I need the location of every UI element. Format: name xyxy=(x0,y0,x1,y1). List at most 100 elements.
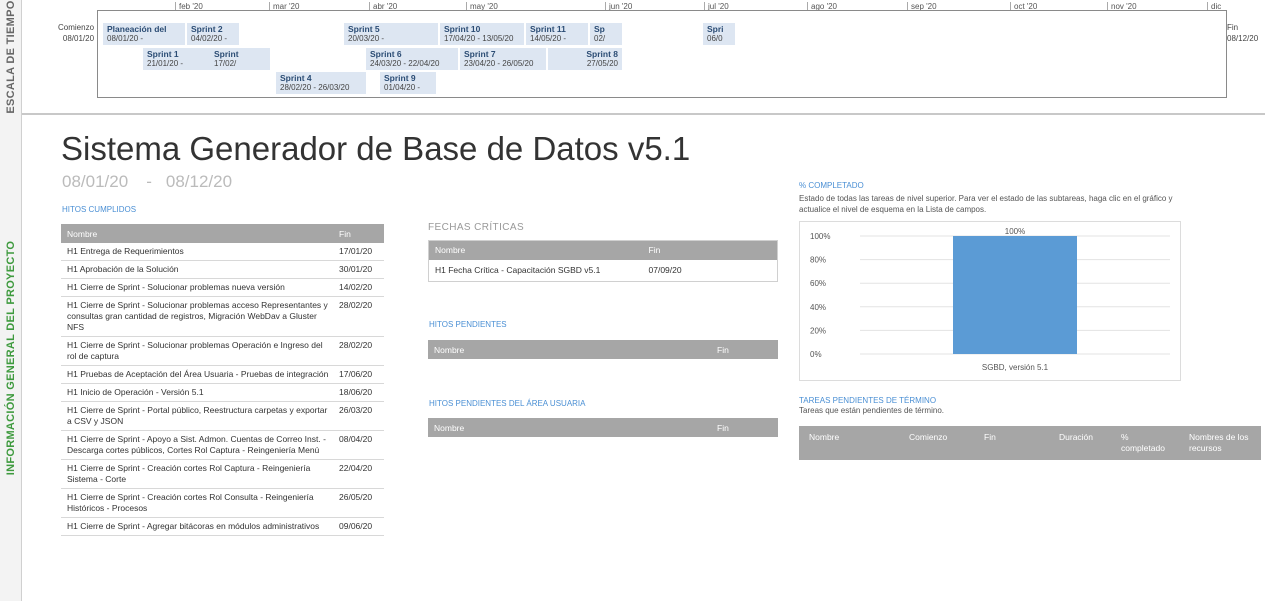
completado-chart[interactable]: 0% 20% 40% 60% 80% 100% 100% SGBD, versión 5.1 xyxy=(799,221,1181,381)
timeline-task-name: Sp xyxy=(594,24,605,34)
timeline-start: Comienzo 08/01/20 xyxy=(58,22,94,44)
project-info-side-label-text: INFORMACIÓN GENERAL DEL PROYECTO xyxy=(4,240,17,475)
timeline-task[interactable]: Sprint 10 17/04/20 - 13/05/20 xyxy=(440,23,524,45)
table-row[interactable]: H1 Fecha Crítica - Capacitación SGBD v5.… xyxy=(428,259,778,282)
timeline-task-name: Sprint 6 xyxy=(370,49,402,59)
hito-fin: 17/01/20 xyxy=(335,243,384,261)
timeline-task-name: Sprint 9 xyxy=(384,73,416,83)
timeline-task-dates: 23/04/20 - 26/05/20 xyxy=(464,59,534,68)
chart-y-tick-label: 20% xyxy=(810,326,826,335)
chart-bar[interactable] xyxy=(953,236,1077,354)
tareas-pendientes-table-header[interactable]: Nombre Comienzo Fin Duración % completad… xyxy=(799,426,1261,460)
timeline-task-name: Sprint 10 xyxy=(444,24,481,34)
timeline-side-label: ESCALA DE TIEMPO xyxy=(0,0,22,114)
table-row[interactable]: H1 Aprobación de la Solución 30/01/20 xyxy=(61,260,384,279)
column-header-nombre[interactable]: Nombre xyxy=(434,423,464,433)
chart-y-tick-label: 100% xyxy=(810,232,830,241)
fechas-criticas-table[interactable]: Nombre Fin H1 Fecha Crítica - Capacitaci… xyxy=(428,240,778,282)
project-info-side-label: INFORMACIÓN GENERAL DEL PROYECTO xyxy=(0,114,22,601)
hitos-pendientes-table-header[interactable]: Nombre Fin xyxy=(428,340,778,359)
table-row[interactable]: H1 Entrega de Requerimientos 17/01/20 xyxy=(61,243,384,261)
timeline-task-dates: 08/01/20 - xyxy=(107,34,144,43)
timeline-task[interactable]: Planeación del 08/01/20 - xyxy=(103,23,185,45)
project-title: Sistema Generador de Base de Datos v5.1 xyxy=(61,130,691,167)
column-header-nombre[interactable]: Nombre xyxy=(809,432,839,443)
hito-name: H1 Cierre de Sprint - Solucionar problem… xyxy=(61,296,335,337)
timeline-task[interactable]: Sp 02/ xyxy=(590,23,622,45)
table-row[interactable]: H1 Cierre de Sprint - Creación cortes Ro… xyxy=(61,459,384,489)
table-row[interactable]: H1 Cierre de Sprint - Solucionar problem… xyxy=(61,296,384,337)
timeline-bar-area[interactable]: Planeación del 08/01/20 - Sprint 2 04/02/2… xyxy=(97,10,1227,98)
chart-data-label: 100% xyxy=(1005,227,1025,236)
tareas-pendientes-label: TAREAS PENDIENTES DE TÉRMINO xyxy=(799,396,937,405)
timeline-task-dates: 27/05/20 xyxy=(586,59,618,68)
timeline-task[interactable]: Sprint 17/02/ xyxy=(210,48,270,70)
column-header-duracion[interactable]: Duración xyxy=(1059,432,1093,443)
timeline-task[interactable]: Sprint 8 27/05/20 xyxy=(548,48,622,70)
timeline-task-dates: 01/04/20 - xyxy=(384,83,421,92)
column-header-fin[interactable]: Fin xyxy=(717,423,772,433)
timeline-task-dates: 20/03/20 - xyxy=(348,34,385,43)
timeline-task-name: Sprint 1 xyxy=(147,49,179,59)
hito-name: H1 Aprobación de la Solución xyxy=(61,260,335,279)
timeline-end-label: Fin xyxy=(1227,23,1239,32)
column-header-pct-completado[interactable]: % completado xyxy=(1121,432,1171,454)
table-row[interactable]: H1 Pruebas de Aceptación del Área Usuari… xyxy=(61,365,384,384)
timeline-task[interactable]: Sprint 4 28/02/20 - 26/03/20 xyxy=(276,72,366,94)
timeline-task[interactable]: Sprint 11 14/05/20 - xyxy=(526,23,588,45)
column-header-nombre[interactable]: Nombre xyxy=(61,224,335,243)
column-header-comienzo[interactable]: Comienzo xyxy=(909,432,947,443)
timeline-task-dates: 17/04/20 - 13/05/20 xyxy=(444,34,514,43)
table-row[interactable]: H1 Cierre de Sprint - Agregar bitácoras … xyxy=(61,517,384,536)
timeline-task[interactable]: Sprint 2 04/02/20 - xyxy=(187,23,239,45)
timeline-task[interactable]: Spri 06/0 xyxy=(703,23,735,45)
hito-fin: 30/01/20 xyxy=(335,260,384,279)
tareas-pendientes-description: Tareas que están pendientes de término. xyxy=(799,406,944,415)
table-row[interactable]: H1 Cierre de Sprint - Creación cortes Ro… xyxy=(61,488,384,518)
table-row[interactable]: H1 Cierre de Sprint - Solucionar problem… xyxy=(61,278,384,297)
project-date-range: 08/01/20-08/12/20 xyxy=(62,172,232,192)
table-row[interactable]: H1 Inicio de Operación - Versión 5.1 18/0… xyxy=(61,383,384,402)
timeline-task[interactable]: Sprint 7 23/04/20 - 26/05/20 xyxy=(460,48,546,70)
column-header-fin[interactable]: Fin xyxy=(984,432,996,443)
timeline-end-date: 08/12/20 xyxy=(1227,34,1259,43)
chart-y-tick-label: 0% xyxy=(810,350,822,359)
timeline-task-dates: 04/02/20 - xyxy=(191,34,228,43)
hitos-cumplidos-label: HITOS CUMPLIDOS xyxy=(62,205,137,214)
hito-name: H1 Cierre de Sprint - Solucionar problem… xyxy=(61,336,335,366)
timeline-task[interactable]: Sprint 1 21/01/20 - xyxy=(143,48,217,70)
timeline-task-name: Planeación del xyxy=(107,24,167,34)
table-row[interactable]: H1 Cierre de Sprint - Apoyo a Sist. Admo… xyxy=(61,430,384,460)
hito-name: H1 Cierre de Sprint - Agregar bitácoras … xyxy=(61,517,335,536)
date-range-dash: - xyxy=(146,172,152,191)
timeline-task[interactable]: Sprint 5 20/03/20 - xyxy=(344,23,438,45)
fecha-critica-name: H1 Fecha Crítica - Capacitación SGBD v5.… xyxy=(428,259,643,282)
table-row[interactable]: H1 Cierre de Sprint - Solucionar problem… xyxy=(61,336,384,366)
timeline-task[interactable]: Sprint 6 24/03/20 - 22/04/20 xyxy=(366,48,458,70)
hito-name: H1 Cierre de Sprint - Creación cortes Ro… xyxy=(61,488,335,518)
timeline-task-dates: 14/05/20 - xyxy=(530,34,567,43)
table-row[interactable]: H1 Cierre de Sprint - Portal público, Re… xyxy=(61,401,384,431)
hito-fin: 26/05/20 xyxy=(335,488,384,518)
hitos-cumplidos-table[interactable]: Nombre Fin H1 Entrega de Requerimientos 1… xyxy=(61,224,384,536)
timeline-panel[interactable]: Comienzo 08/01/20 feb '20 mar '20 abr '2… xyxy=(22,0,1265,112)
column-header-fin[interactable]: Fin xyxy=(717,345,772,355)
timeline-task-name: Sprint 11 xyxy=(530,24,566,34)
hitos-pendientes-usuaria-table-header[interactable]: Nombre Fin xyxy=(428,418,778,437)
column-header-fin[interactable]: Fin xyxy=(642,240,778,260)
timeline-task-name: Sprint 4 xyxy=(280,73,312,83)
table-header-row: Nombre Fin xyxy=(61,224,384,243)
fecha-critica-fin: 07/09/20 xyxy=(642,259,778,282)
timeline-end: Fin 08/12/20 xyxy=(1227,22,1258,44)
timeline-task[interactable]: Sprint 9 01/04/20 - xyxy=(380,72,436,94)
hito-fin: 14/02/20 xyxy=(335,278,384,297)
chart-y-tick-label: 40% xyxy=(810,303,826,312)
column-header-recursos[interactable]: Nombres de los recursos xyxy=(1189,432,1255,454)
hito-name: H1 Cierre de Sprint - Creación cortes Ro… xyxy=(61,459,335,489)
hitos-pendientes-label: HITOS PENDIENTES xyxy=(429,320,507,329)
column-header-nombre[interactable]: Nombre xyxy=(428,240,643,260)
column-header-nombre[interactable]: Nombre xyxy=(434,345,464,355)
column-header-fin[interactable]: Fin xyxy=(335,224,384,243)
timeline-separator xyxy=(22,113,1265,115)
completado-chart-svg: 0% 20% 40% 60% 80% 100% 100% SGBD, versión 5.1 xyxy=(810,227,1170,372)
